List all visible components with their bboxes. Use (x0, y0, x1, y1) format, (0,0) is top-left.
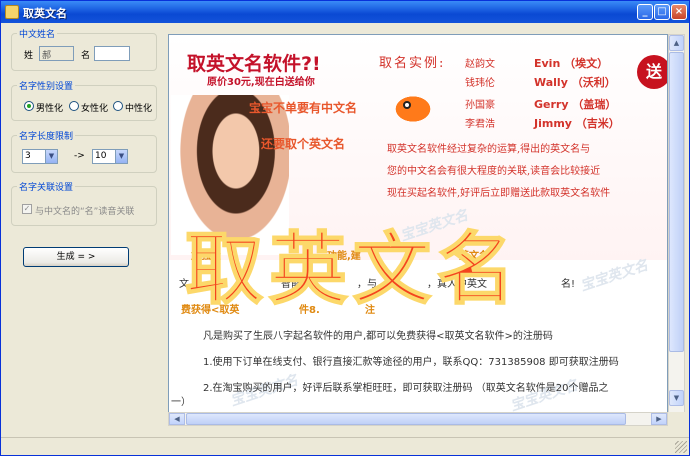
min-length-select[interactable]: 3 ▼ (22, 149, 58, 164)
resize-grip-icon[interactable] (675, 441, 687, 453)
article-para-3: 2.在淘宝购买的用户，好评后联系掌柜旺旺，即可获取注册码 （取英文名软件是20个… (203, 383, 609, 394)
gender-neutral-radio[interactable] (113, 101, 123, 111)
scroll-up-icon[interactable]: ▲ (669, 35, 684, 51)
pronunciation-checkbox[interactable]: ✓ (22, 204, 32, 214)
article-para-1: 凡是购买了生辰八字起名软件的用户,都可以免费获得<取英文名软件>的注册码 (203, 331, 553, 342)
send-badge: 送 (637, 55, 667, 89)
app-icon (5, 5, 19, 19)
gender-group: 名字性别设置 男性化 女性化 中性化 (11, 79, 157, 121)
surname-label: 姓 (24, 51, 34, 61)
given-name-field[interactable] (94, 46, 130, 61)
pronunciation-checkbox-label[interactable]: 与中文名的“名”读音关联 (35, 204, 134, 217)
gender-female-label[interactable]: 女性化 (81, 101, 108, 114)
chinese-name-group-title: 中文姓名 (17, 27, 58, 40)
content-view[interactable]: 取英文名软件?! 原价30元,现在白送给你 宝宝不单要有中文名 还要取个英文名 … (168, 34, 668, 423)
promo-desc-2: 您的中文名会有很大程度的关联,读音会比较接近 (387, 166, 601, 177)
article-line-2e: 名! (561, 279, 576, 290)
gender-male-radio[interactable] (24, 101, 34, 111)
fish-eye (403, 101, 411, 109)
maximize-button[interactable]: □ (654, 4, 670, 20)
example-cn-1: 赵韵文 (465, 59, 495, 70)
promo-desc-3: 现在买起名软件,好评后立即赠送此款取英文名软件 (387, 188, 611, 199)
relation-group: 名字关联设置 ✓ 与中文名的“名”读音关联 (11, 180, 157, 226)
given-name-label: 名 (81, 51, 91, 61)
window-title: 取英文名 (23, 7, 67, 20)
settings-panel: 中文姓名 姓 郝 名 名字性别设置 男性化 女性化 中性化 名字长度限制 3 ▼… (1, 23, 166, 437)
scroll-corner (668, 412, 685, 426)
gender-group-title: 名字性别设置 (17, 79, 76, 92)
promo-subtitle: 原价30元,现在白送给你 (207, 77, 315, 88)
min-length-value: 3 (25, 151, 31, 161)
vertical-scroll-thumb[interactable] (669, 52, 684, 352)
watermark: 宝宝英文名 (578, 257, 651, 295)
vertical-scrollbar[interactable]: ▲ ▼ (668, 34, 685, 423)
max-length-value: 10 (95, 151, 107, 161)
example-en-3: Gerry （盖瑞） (534, 98, 617, 111)
horizontal-scrollbar[interactable]: ◀ ▶ (168, 412, 668, 426)
gender-neutral-label[interactable]: 中性化 (125, 101, 152, 114)
main-window: 取英文名 _ □ × 中文姓名 姓 郝 名 名字性别设置 男性化 女性化 中性化… (0, 0, 690, 456)
promo-desc-1: 取英文名软件经过复杂的运算,得出的英文名与 (387, 144, 591, 155)
example-en-1: Evin （埃文） (534, 57, 609, 70)
surname-field[interactable]: 郝 (39, 46, 74, 61)
generate-button[interactable]: 生成 = > (23, 247, 129, 267)
length-group: 名字长度限制 3 ▼ -> 10 ▼ (11, 129, 157, 173)
length-separator: -> (74, 151, 85, 161)
relation-group-title: 名字关联设置 (17, 180, 76, 193)
scroll-down-icon[interactable]: ▼ (669, 390, 684, 406)
example-en-4: Jimmy （吉米） (534, 117, 620, 130)
article-para-3-cont: 一） (171, 397, 191, 408)
close-button[interactable]: × (671, 4, 687, 20)
length-group-title: 名字长度限制 (17, 129, 76, 142)
chinese-name-group: 中文姓名 姓 郝 名 (11, 27, 157, 71)
horizontal-scroll-thumb[interactable] (186, 413, 626, 425)
chevron-down-icon[interactable]: ▼ (45, 150, 57, 163)
example-en-2: Wally （沃利） (534, 76, 616, 89)
scroll-right-icon[interactable]: ▶ (651, 413, 667, 425)
article-para-2: 1.使用下订单在线支付、银行直接汇款等途径的用户，联系QQ：731385908 … (203, 357, 619, 368)
example-cn-4: 李君浩 (465, 119, 495, 130)
status-bar (1, 437, 689, 455)
fish-icon (391, 93, 435, 125)
promo-line-2: 还要取个英文名 (261, 137, 346, 151)
chevron-down-icon[interactable]: ▼ (115, 150, 127, 163)
promo-line-1: 宝宝不单要有中文名 (249, 101, 358, 115)
example-cn-3: 孙国豪 (465, 100, 495, 111)
max-length-select[interactable]: 10 ▼ (92, 149, 128, 164)
scroll-left-icon[interactable]: ◀ (169, 413, 185, 425)
promo-title: 取英文名软件?! (187, 53, 321, 75)
minimize-button[interactable]: _ (637, 4, 653, 20)
title-bar[interactable]: 取英文名 _ □ × (1, 1, 689, 23)
gender-female-radio[interactable] (69, 101, 79, 111)
examples-label: 取名实例: (379, 56, 446, 71)
gender-male-label[interactable]: 男性化 (36, 101, 63, 114)
example-cn-2: 钱玮伦 (465, 78, 495, 89)
big-title: 取英文名 (184, 223, 522, 316)
